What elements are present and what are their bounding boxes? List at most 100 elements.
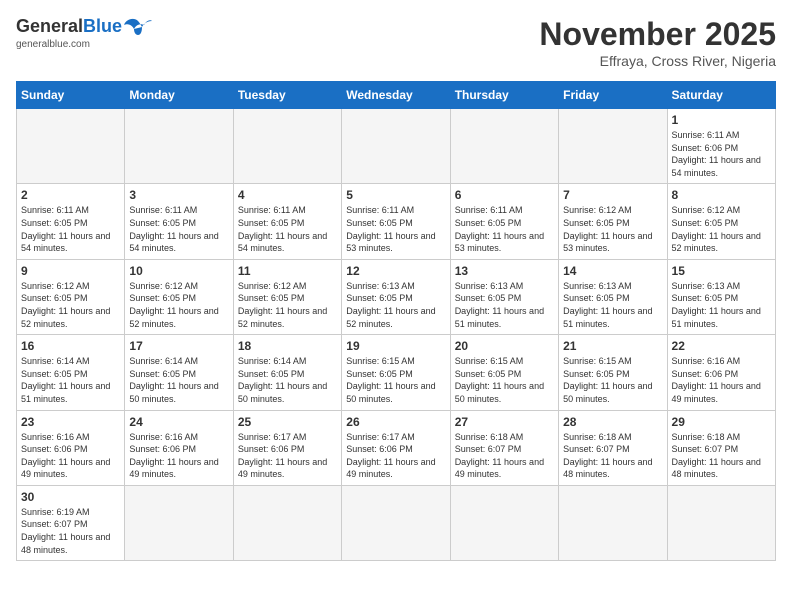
calendar-cell: 26 Sunrise: 6:17 AM Sunset: 6:06 PM Dayli… <box>342 410 450 485</box>
day-number: 19 <box>346 339 445 353</box>
calendar-cell: 24 Sunrise: 6:16 AM Sunset: 6:06 PM Dayli… <box>125 410 233 485</box>
calendar-cell <box>125 485 233 560</box>
day-number: 10 <box>129 264 228 278</box>
month-title: November 2025 <box>539 16 776 53</box>
day-info: Sunrise: 6:18 AM Sunset: 6:07 PM Dayligh… <box>563 431 662 481</box>
weekday-header-wednesday: Wednesday <box>342 82 450 109</box>
calendar-cell <box>559 109 667 184</box>
day-number: 21 <box>563 339 662 353</box>
day-info: Sunrise: 6:17 AM Sunset: 6:06 PM Dayligh… <box>346 431 445 481</box>
location-subtitle: Effraya, Cross River, Nigeria <box>539 53 776 69</box>
day-number: 1 <box>672 113 771 127</box>
calendar-week-2: 2 Sunrise: 6:11 AM Sunset: 6:05 PM Daylig… <box>17 184 776 259</box>
calendar-cell: 21 Sunrise: 6:15 AM Sunset: 6:05 PM Dayli… <box>559 335 667 410</box>
day-number: 8 <box>672 188 771 202</box>
day-info: Sunrise: 6:17 AM Sunset: 6:06 PM Dayligh… <box>238 431 337 481</box>
calendar-week-4: 16 Sunrise: 6:14 AM Sunset: 6:05 PM Dayli… <box>17 335 776 410</box>
calendar-cell <box>125 109 233 184</box>
calendar-cell <box>342 109 450 184</box>
calendar-table: SundayMondayTuesdayWednesdayThursdayFrid… <box>16 81 776 561</box>
day-number: 20 <box>455 339 554 353</box>
day-info: Sunrise: 6:12 AM Sunset: 6:05 PM Dayligh… <box>21 280 120 330</box>
day-number: 24 <box>129 415 228 429</box>
calendar-cell <box>233 109 341 184</box>
day-number: 22 <box>672 339 771 353</box>
calendar-cell: 27 Sunrise: 6:18 AM Sunset: 6:07 PM Dayli… <box>450 410 558 485</box>
calendar-week-5: 23 Sunrise: 6:16 AM Sunset: 6:06 PM Dayli… <box>17 410 776 485</box>
day-info: Sunrise: 6:15 AM Sunset: 6:05 PM Dayligh… <box>563 355 662 405</box>
title-block: November 2025 Effraya, Cross River, Nige… <box>539 16 776 69</box>
day-info: Sunrise: 6:14 AM Sunset: 6:05 PM Dayligh… <box>129 355 228 405</box>
day-info: Sunrise: 6:11 AM Sunset: 6:05 PM Dayligh… <box>129 204 228 254</box>
calendar-cell: 8 Sunrise: 6:12 AM Sunset: 6:05 PM Daylig… <box>667 184 775 259</box>
calendar-cell: 14Sunrise: 6:13 AM Sunset: 6:05 PM Dayli… <box>559 259 667 334</box>
day-number: 26 <box>346 415 445 429</box>
calendar-cell <box>233 485 341 560</box>
calendar-cell: 9Sunrise: 6:12 AM Sunset: 6:05 PM Daylig… <box>17 259 125 334</box>
calendar-cell: 23 Sunrise: 6:16 AM Sunset: 6:06 PM Dayli… <box>17 410 125 485</box>
calendar-cell: 15Sunrise: 6:13 AM Sunset: 6:05 PM Dayli… <box>667 259 775 334</box>
day-number: 29 <box>672 415 771 429</box>
day-number: 25 <box>238 415 337 429</box>
calendar-week-1: 1Sunrise: 6:11 AM Sunset: 6:06 PM Daylig… <box>17 109 776 184</box>
calendar-cell: 3 Sunrise: 6:11 AM Sunset: 6:05 PM Daylig… <box>125 184 233 259</box>
calendar-cell <box>342 485 450 560</box>
day-number: 27 <box>455 415 554 429</box>
calendar-cell: 19 Sunrise: 6:15 AM Sunset: 6:05 PM Dayli… <box>342 335 450 410</box>
calendar-cell: 12 Sunrise: 6:13 AM Sunset: 6:05 PM Dayli… <box>342 259 450 334</box>
calendar-cell: 20 Sunrise: 6:15 AM Sunset: 6:05 PM Dayli… <box>450 335 558 410</box>
weekday-header-sunday: Sunday <box>17 82 125 109</box>
day-number: 18 <box>238 339 337 353</box>
calendar-cell: 18 Sunrise: 6:14 AM Sunset: 6:05 PM Dayli… <box>233 335 341 410</box>
calendar-cell: 25 Sunrise: 6:17 AM Sunset: 6:06 PM Dayli… <box>233 410 341 485</box>
calendar-body: 1Sunrise: 6:11 AM Sunset: 6:06 PM Daylig… <box>17 109 776 561</box>
calendar-header: SundayMondayTuesdayWednesdayThursdayFrid… <box>17 82 776 109</box>
day-number: 16 <box>21 339 120 353</box>
day-info: Sunrise: 6:12 AM Sunset: 6:05 PM Dayligh… <box>672 204 771 254</box>
calendar-cell: 29Sunrise: 6:18 AM Sunset: 6:07 PM Dayli… <box>667 410 775 485</box>
weekday-header-thursday: Thursday <box>450 82 558 109</box>
logo-blue: Blue <box>83 16 122 37</box>
weekday-header-friday: Friday <box>559 82 667 109</box>
day-info: Sunrise: 6:13 AM Sunset: 6:05 PM Dayligh… <box>563 280 662 330</box>
weekday-header-monday: Monday <box>125 82 233 109</box>
logo-tagline: generalblue.com <box>16 39 90 50</box>
day-info: Sunrise: 6:16 AM Sunset: 6:06 PM Dayligh… <box>129 431 228 481</box>
day-number: 6 <box>455 188 554 202</box>
day-info: Sunrise: 6:11 AM Sunset: 6:05 PM Dayligh… <box>346 204 445 254</box>
day-number: 15 <box>672 264 771 278</box>
day-info: Sunrise: 6:14 AM Sunset: 6:05 PM Dayligh… <box>238 355 337 405</box>
day-info: Sunrise: 6:11 AM Sunset: 6:05 PM Dayligh… <box>455 204 554 254</box>
day-info: Sunrise: 6:14 AM Sunset: 6:05 PM Dayligh… <box>21 355 120 405</box>
calendar-cell: 2Sunrise: 6:11 AM Sunset: 6:05 PM Daylig… <box>17 184 125 259</box>
calendar-cell: 30Sunrise: 6:19 AM Sunset: 6:07 PM Dayli… <box>17 485 125 560</box>
day-number: 12 <box>346 264 445 278</box>
day-info: Sunrise: 6:18 AM Sunset: 6:07 PM Dayligh… <box>455 431 554 481</box>
page-header: General Blue generalblue.com November 20… <box>16 16 776 69</box>
calendar-cell <box>450 485 558 560</box>
calendar-week-3: 9Sunrise: 6:12 AM Sunset: 6:05 PM Daylig… <box>17 259 776 334</box>
calendar-cell: 6 Sunrise: 6:11 AM Sunset: 6:05 PM Daylig… <box>450 184 558 259</box>
day-info: Sunrise: 6:15 AM Sunset: 6:05 PM Dayligh… <box>346 355 445 405</box>
day-info: Sunrise: 6:12 AM Sunset: 6:05 PM Dayligh… <box>238 280 337 330</box>
calendar-cell: 22Sunrise: 6:16 AM Sunset: 6:06 PM Dayli… <box>667 335 775 410</box>
calendar-cell: 4Sunrise: 6:11 AM Sunset: 6:05 PM Daylig… <box>233 184 341 259</box>
calendar-cell: 10 Sunrise: 6:12 AM Sunset: 6:05 PM Dayli… <box>125 259 233 334</box>
weekday-row: SundayMondayTuesdayWednesdayThursdayFrid… <box>17 82 776 109</box>
day-number: 13 <box>455 264 554 278</box>
day-info: Sunrise: 6:13 AM Sunset: 6:05 PM Dayligh… <box>346 280 445 330</box>
logo-general: General <box>16 16 83 37</box>
calendar-cell <box>450 109 558 184</box>
day-number: 2 <box>21 188 120 202</box>
calendar-cell: 11Sunrise: 6:12 AM Sunset: 6:05 PM Dayli… <box>233 259 341 334</box>
day-info: Sunrise: 6:16 AM Sunset: 6:06 PM Dayligh… <box>21 431 120 481</box>
calendar-week-6: 30Sunrise: 6:19 AM Sunset: 6:07 PM Dayli… <box>17 485 776 560</box>
day-number: 23 <box>21 415 120 429</box>
day-number: 17 <box>129 339 228 353</box>
logo: General Blue generalblue.com <box>16 16 152 50</box>
day-info: Sunrise: 6:15 AM Sunset: 6:05 PM Dayligh… <box>455 355 554 405</box>
weekday-header-tuesday: Tuesday <box>233 82 341 109</box>
logo-bird-icon <box>124 17 152 37</box>
day-info: Sunrise: 6:12 AM Sunset: 6:05 PM Dayligh… <box>129 280 228 330</box>
day-number: 3 <box>129 188 228 202</box>
